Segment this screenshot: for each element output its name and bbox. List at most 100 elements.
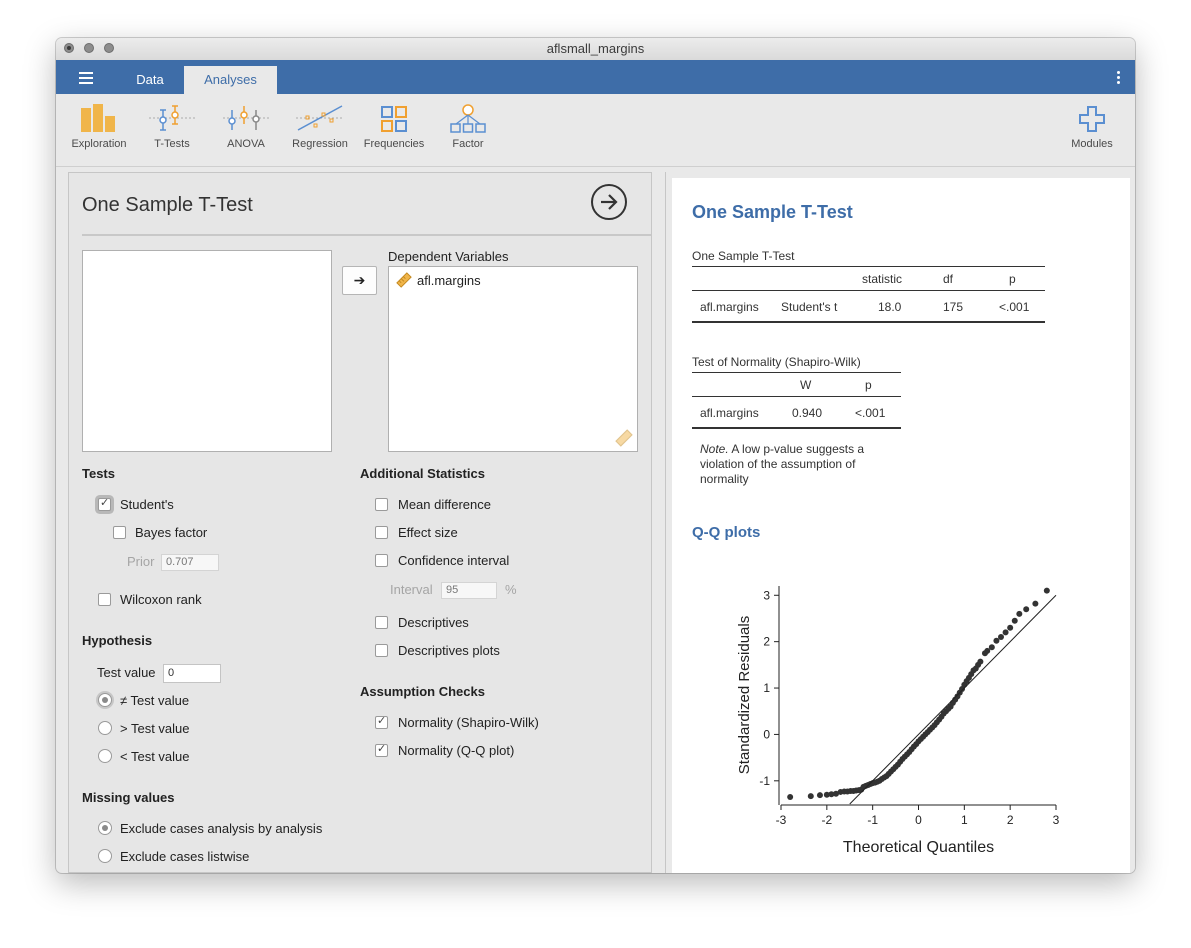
wilcoxon-checkbox[interactable] [98,593,111,606]
exclude-analysis-radio[interactable] [98,821,112,835]
y-tick-label: -1 [759,774,770,788]
y-tick-label: 3 [763,588,770,602]
normality-header-p: p [865,378,872,392]
hamburger-menu-icon[interactable] [79,72,93,84]
tests-heading: Tests [82,466,115,481]
dependent-variables-list[interactable]: afl.margins [388,266,638,452]
descriptives-plots-checkbox[interactable] [375,644,388,657]
students-checkbox[interactable] [98,496,111,511]
table-rule [692,290,1045,291]
continuous-drop-hint-icon [615,429,633,447]
exploration-icon [81,104,115,132]
shapiro-wilk-label: Normality (Shapiro-Wilk) [398,715,539,730]
effect-size-checkbox[interactable] [375,526,388,539]
test-value-label: Test value [97,665,156,680]
ttest-cell-df: 175 [943,300,964,314]
title-divider [82,234,651,236]
continuous-variable-icon [396,272,412,288]
shapiro-wilk-checkbox[interactable] [375,714,388,729]
ttest-cell-test: Student's t [781,300,838,314]
t-tests-icon [149,105,195,131]
ttest-table-caption: One Sample T-Test [692,249,795,263]
qq-plot-checkbox[interactable] [375,742,388,757]
frequencies-icon [381,106,407,132]
x-tick-label: 3 [1053,813,1060,827]
y-tick-label: 2 [763,635,770,649]
table-rule [692,396,901,397]
normality-note: Note. A low p-value suggests a violation… [700,442,896,487]
tab-analyses[interactable]: Analyses [184,66,277,94]
ribbon-label: ANOVA [227,138,265,150]
confidence-interval-checkbox[interactable] [375,554,388,567]
interval-input[interactable]: 95 [441,582,497,599]
qq-point [1016,610,1023,617]
mean-difference-checkbox[interactable] [375,498,388,511]
missing-values-heading: Missing values [82,790,175,805]
qq-point [1023,606,1030,613]
qq-point [1007,624,1014,631]
normality-header-w: W [800,378,812,392]
normality-cell-variable: afl.margins [700,406,759,420]
more-options-icon[interactable] [1117,71,1120,86]
x-tick-label: -1 [867,813,878,827]
table-rule [692,372,901,373]
exclude-analysis-label: Exclude cases analysis by analysis [120,821,323,836]
run-analysis-button[interactable] [591,184,627,220]
ribbon-button-exploration[interactable]: Exploration [64,104,134,150]
descriptives-plots-label: Descriptives plots [398,643,500,658]
table-rule [692,427,901,429]
app-window: aflsmall_margins Data Analyses Explorati… [56,38,1135,873]
y-tick-label: 1 [763,681,770,695]
note-label: Note. [700,442,729,456]
ribbon-label: Factor [452,138,484,150]
test-value-input[interactable]: 0 [163,664,221,683]
x-tick-label: -3 [776,813,787,827]
ribbon-button-regression[interactable]: Regression [285,104,355,150]
prior-label: Prior [127,554,155,569]
normality-cell-w: 0.940 [792,406,823,420]
students-label: Student's [120,497,174,512]
results-output: One Sample T-Test One Sample T-Test stat… [672,178,1130,873]
ttest-header-statistic: statistic [862,272,903,286]
descriptives-checkbox[interactable] [375,616,388,629]
tab-data[interactable]: Data [121,66,179,94]
ttest-cell-statistic: 18.0 [878,300,902,314]
qq-point [998,634,1004,641]
results-heading: One Sample T-Test [692,202,853,222]
ribbon-button-modules[interactable]: Modules [1057,104,1127,150]
exclude-listwise-radio[interactable] [98,849,112,863]
qq-point [816,792,823,799]
analysis-title: One Sample T-Test [82,194,253,216]
ribbon-button-t-tests[interactable]: T-Tests [137,104,207,150]
neq-test-value-radio[interactable] [98,693,112,707]
qq-point [1011,617,1018,624]
lt-test-value-radio[interactable] [98,749,112,763]
ribbon-button-frequencies[interactable]: Frequencies [359,104,429,150]
results-panel: One Sample T-Test One Sample T-Test stat… [665,172,1135,873]
options-panel: One Sample T-Test ➔ Dependent Variables [68,172,652,873]
hypothesis-heading: Hypothesis [82,633,153,648]
qq-point [787,794,794,801]
ribbon-label: Regression [292,138,348,150]
bayes-factor-checkbox[interactable] [113,526,126,539]
table-rule [692,266,1045,267]
mean-difference-label: Mean difference [398,497,491,512]
y-axis-label: Standardized Residuals [736,616,753,774]
ribbon-button-anova[interactable]: ANOVA [211,104,281,150]
prior-input[interactable]: 0.707 [161,554,219,571]
ttest-header-p: p [1009,272,1016,286]
reference-line [849,594,1057,805]
x-axis-label: Theoretical Quantiles [843,839,994,856]
x-tick-label: 2 [1007,813,1014,827]
modules-plus-icon [1079,106,1105,132]
ribbon-button-factor[interactable]: Factor [433,104,503,150]
y-tick-label: 0 [763,727,770,741]
move-variable-button[interactable]: ➔ [342,266,377,295]
confidence-interval-label: Confidence interval [398,553,510,568]
qq-plot: -3 -2 -1 0 1 2 3 -1 0 1 2 3 Theoretical Quantiles S… [736,586,1060,856]
available-variables-list[interactable] [82,250,332,452]
interval-unit: % [505,582,517,597]
x-tick-label: -2 [821,813,832,827]
exclude-listwise-label: Exclude cases listwise [120,849,250,864]
gt-test-value-radio[interactable] [98,721,112,735]
